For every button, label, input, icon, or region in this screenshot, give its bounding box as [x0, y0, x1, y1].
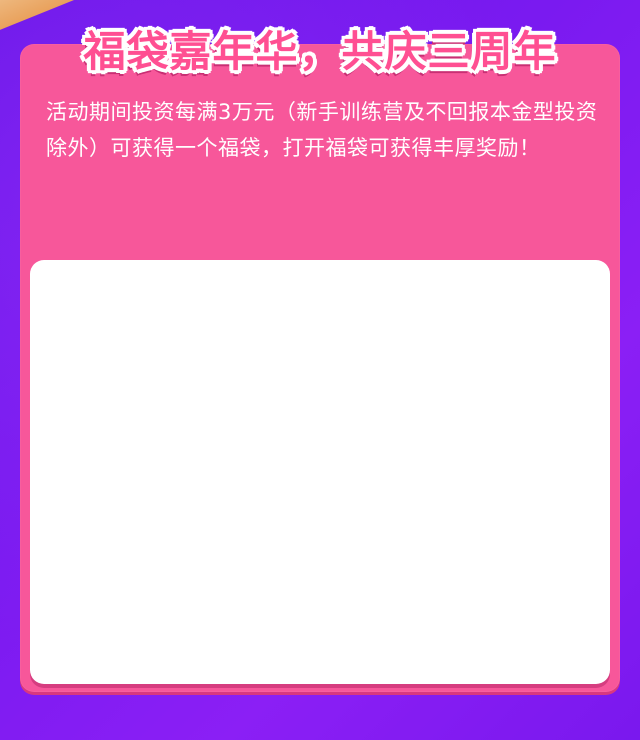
activity-description: 活动期间投资每满3万元（新手训练营及不回报本金型投资除外）可获得一个福袋，打开福…: [46, 100, 598, 160]
lucky-bag-content-area: [30, 260, 610, 684]
page-title: 福袋嘉年华，共庆三周年: [83, 27, 557, 76]
title-banner: 福袋嘉年华，共庆三周年: [0, 18, 640, 79]
